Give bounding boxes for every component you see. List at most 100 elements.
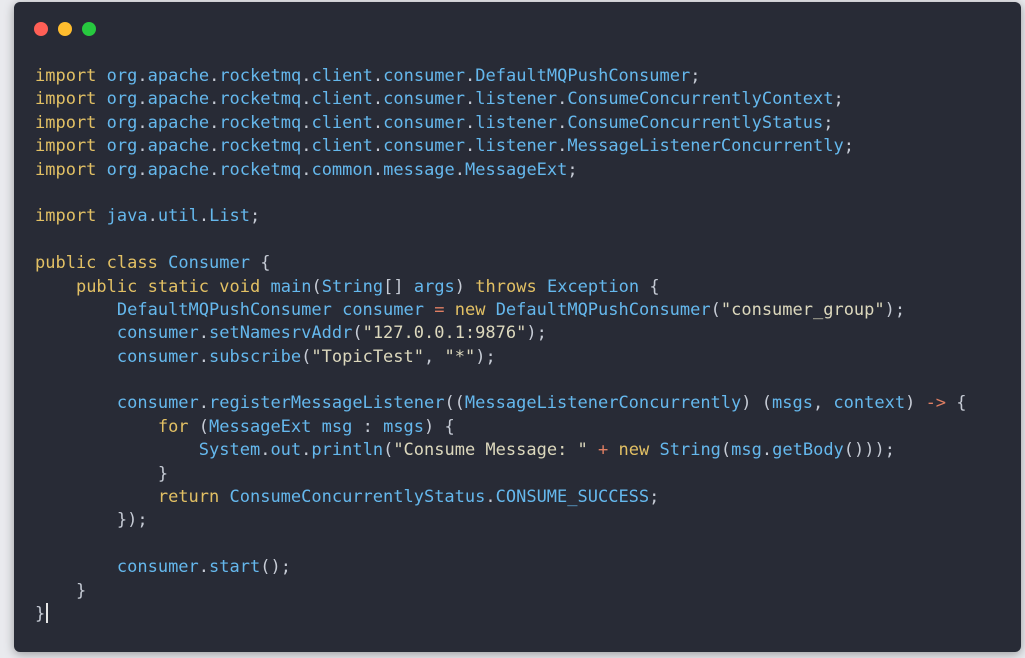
- punctuation-token: [35, 277, 76, 297]
- identifier-token: rocketmq: [219, 136, 302, 157]
- identifier-token: MessageListenerConcurrently: [464, 393, 742, 414]
- punctuation-token: [537, 277, 547, 297]
- punctuation-token: (: [301, 346, 312, 367]
- keyword-token: import: [35, 89, 97, 110]
- code-line: public static void main(String[] args) t…: [35, 276, 1021, 299]
- punctuation-token: .: [198, 323, 210, 344]
- minimize-button[interactable]: [58, 22, 72, 36]
- punctuation-token: .: [209, 112, 220, 133]
- punctuation-token: [608, 440, 618, 460]
- code-line: import org.apache.rocketmq.client.consum…: [35, 112, 1021, 135]
- punctuation-token: .: [465, 66, 476, 86]
- punctuation-token: [219, 487, 229, 507]
- punctuation-token: );: [475, 346, 496, 367]
- identifier-token: client: [311, 66, 373, 86]
- punctuation-token: ;: [250, 206, 261, 227]
- identifier-token: System: [198, 440, 261, 461]
- keyword-token: class: [106, 253, 158, 274]
- operator-token: =: [434, 299, 445, 320]
- identifier-token: main: [270, 276, 312, 297]
- identifier-token: client: [311, 112, 373, 133]
- punctuation-token: ();: [260, 557, 291, 578]
- identifier-token: consumer: [383, 66, 466, 86]
- code-line: }: [35, 463, 1021, 486]
- punctuation-token: ;: [567, 159, 578, 180]
- identifier-token: apache: [147, 89, 210, 110]
- identifier-token: org: [106, 136, 138, 157]
- identifier-token: subscribe: [209, 346, 302, 367]
- code-line: import org.apache.rocketmq.client.consum…: [35, 135, 1021, 158]
- code-line: import java.util.List;: [35, 205, 1021, 228]
- identifier-token: message: [383, 159, 455, 180]
- punctuation-token: ): [454, 276, 476, 297]
- keyword-token: public: [35, 253, 97, 274]
- punctuation-token: ()));: [843, 440, 895, 461]
- identifier-token: msg: [321, 416, 353, 437]
- punctuation-token: [311, 417, 321, 437]
- punctuation-token: [96, 253, 106, 273]
- string-token: "consumer_group": [720, 299, 885, 320]
- punctuation-token: [588, 440, 598, 460]
- identifier-token: rocketmq: [219, 112, 302, 133]
- identifier-token: MessageExt: [465, 159, 568, 180]
- punctuation-token: [137, 277, 147, 297]
- punctuation-token: (: [383, 440, 394, 461]
- punctuation-token: .: [137, 159, 148, 180]
- string-token: "TopicTest": [311, 346, 424, 367]
- punctuation-token: ,: [812, 393, 834, 414]
- code-line: });: [35, 509, 1021, 532]
- punctuation-token: .: [198, 557, 210, 578]
- code-line: consumer.setNamesrvAddr("127.0.0.1:9876"…: [35, 322, 1021, 345]
- identifier-token: rocketmq: [219, 89, 302, 110]
- identifier-token: ConsumeConcurrentlyStatus: [567, 112, 824, 133]
- identifier-token: org: [106, 89, 138, 110]
- punctuation-token: .: [198, 346, 210, 367]
- punctuation-token: [96, 136, 106, 156]
- identifier-token: DefaultMQPushConsumer: [495, 299, 711, 320]
- identifier-token: start: [209, 557, 261, 578]
- string-token: "127.0.0.1:9876": [362, 323, 527, 344]
- code-line: return ConsumeConcurrentlyStatus.CONSUME…: [35, 486, 1021, 509]
- code-line: for (MessageExt msg : msgs) {: [35, 416, 1021, 439]
- identifier-token: consumer: [116, 346, 199, 367]
- punctuation-token: .: [301, 440, 312, 461]
- code-line: import org.apache.rocketmq.common.messag…: [35, 159, 1021, 182]
- punctuation-token: [35, 440, 199, 460]
- punctuation-token: ) (: [741, 393, 772, 414]
- maximize-button[interactable]: [82, 22, 96, 36]
- identifier-token: String: [321, 276, 384, 297]
- close-button[interactable]: [34, 22, 48, 36]
- identifier-token: listener: [475, 89, 558, 110]
- code-line: }: [35, 580, 1021, 603]
- punctuation-token: [35, 557, 117, 577]
- keyword-token: import: [35, 159, 97, 180]
- punctuation-token: .: [147, 206, 158, 227]
- identifier-token: Consumer: [168, 253, 250, 274]
- identifier-token: ConsumeConcurrentlyStatus: [229, 487, 486, 508]
- punctuation-token: [35, 323, 117, 343]
- operator-token: +: [598, 440, 609, 461]
- punctuation-token: .: [260, 440, 271, 461]
- identifier-token: consumer: [116, 557, 199, 578]
- identifier-token: msg: [731, 440, 762, 461]
- punctuation-token: .: [137, 66, 148, 86]
- identifier-token: apache: [147, 159, 210, 180]
- punctuation-token: }: [35, 603, 46, 624]
- identifier-token: rocketmq: [219, 66, 302, 86]
- punctuation-token: .: [761, 440, 773, 461]
- punctuation-token: .: [372, 136, 384, 157]
- identifier-token: MessageExt: [209, 416, 312, 437]
- code-line: }: [35, 602, 1021, 626]
- punctuation-token: {: [250, 253, 271, 274]
- identifier-token: args: [413, 276, 455, 297]
- punctuation-token: .: [557, 89, 568, 110]
- punctuation-token: [649, 440, 659, 460]
- identifier-token: listener: [475, 112, 558, 133]
- code-editor[interactable]: import org.apache.rocketmq.client.consum…: [35, 65, 1021, 626]
- punctuation-token: (: [352, 323, 363, 344]
- code-line: import org.apache.rocketmq.client.consum…: [35, 88, 1021, 111]
- identifier-token: listener: [475, 136, 558, 157]
